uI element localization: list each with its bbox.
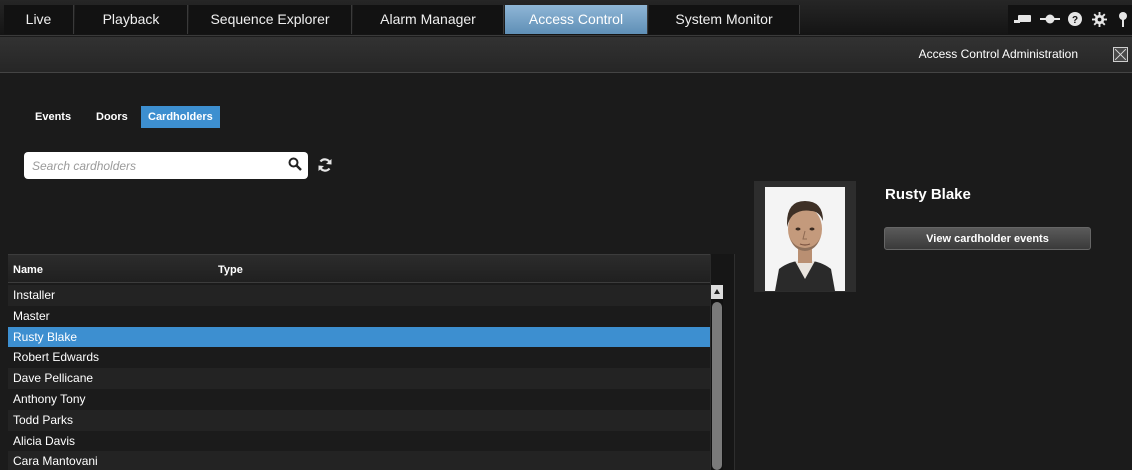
view-cardholder-events-button[interactable]: View cardholder events: [884, 227, 1091, 250]
table-row[interactable]: Installer: [8, 285, 710, 306]
table-row[interactable]: Todd Parks: [8, 409, 710, 431]
cell-name: Cara Mantovani: [13, 454, 98, 469]
search-input[interactable]: [32, 156, 272, 175]
cell-name: Alicia Davis: [13, 433, 76, 448]
tab-live[interactable]: Live: [4, 5, 74, 34]
help-icon[interactable]: ?: [1068, 12, 1082, 29]
cell-name: Master: [13, 308, 50, 323]
maximize-icon[interactable]: [1113, 47, 1128, 62]
panel-divider: [734, 254, 735, 470]
table-row[interactable]: Alicia Davis: [8, 430, 710, 452]
pin-icon[interactable]: [1040, 12, 1060, 29]
tab-playback[interactable]: Playback: [75, 5, 188, 34]
cell-name: Installer: [13, 288, 56, 302]
scroll-up-icon[interactable]: [711, 285, 723, 299]
main-tab-bar: Live Playback Sequence Explorer Alarm Ma…: [0, 0, 1132, 36]
column-header-type[interactable]: Type: [218, 264, 243, 276]
screen-icon[interactable]: [1014, 12, 1032, 29]
table-row[interactable]: Master: [8, 305, 710, 327]
table-header: Name Type: [8, 254, 710, 283]
cardholder-photo-frame: [754, 181, 856, 292]
toolbar-icons: ?: [1008, 5, 1132, 34]
table-row[interactable]: Dave Pellicane: [8, 368, 710, 389]
cell-name: Dave Pellicane: [13, 371, 94, 386]
table-row[interactable]: Anthony Tony: [8, 388, 710, 410]
column-header-name[interactable]: Name: [13, 264, 43, 276]
search-field[interactable]: [24, 152, 308, 179]
scroll-thumb[interactable]: [712, 302, 722, 470]
subtab-cardholders[interactable]: Cardholders: [141, 106, 220, 128]
section-header: Access Control Administration: [0, 37, 1132, 73]
table-row[interactable]: Cara Mantovani: [8, 451, 710, 470]
cell-name: Rusty Blake: [13, 329, 78, 344]
gear-icon[interactable]: [1092, 12, 1107, 30]
cell-name: Anthony Tony: [13, 391, 86, 406]
page-title: Access Control Administration: [918, 47, 1078, 61]
table-row[interactable]: Rusty Blake: [8, 326, 710, 348]
cell-name: Robert Edwards: [13, 350, 100, 365]
table-body: Installer Master Rusty Blake Robert Edwards…: [8, 285, 710, 470]
vertical-scrollbar[interactable]: [711, 285, 723, 470]
tab-sequence-explorer[interactable]: Sequence Explorer: [189, 5, 352, 34]
cardholder-photo: [765, 187, 845, 291]
svg-text:?: ?: [1072, 15, 1078, 26]
cell-name: Todd Parks: [13, 412, 74, 427]
tab-access-control[interactable]: Access Control: [505, 5, 648, 34]
search-icon[interactable]: [288, 157, 302, 171]
tab-alarm-manager[interactable]: Alarm Manager: [353, 5, 504, 34]
cardholder-table: Name Type Installer Master Rusty Blake Robe…: [8, 254, 734, 470]
subtab-doors[interactable]: Doors: [89, 106, 135, 128]
cardholder-name: Rusty Blake: [885, 186, 971, 203]
tab-system-monitor[interactable]: System Monitor: [649, 5, 800, 34]
table-row[interactable]: Robert Edwards: [8, 347, 710, 369]
subtab-events[interactable]: Events: [28, 106, 78, 128]
alert-icon[interactable]: [1118, 12, 1128, 31]
refresh-icon[interactable]: [317, 157, 333, 173]
